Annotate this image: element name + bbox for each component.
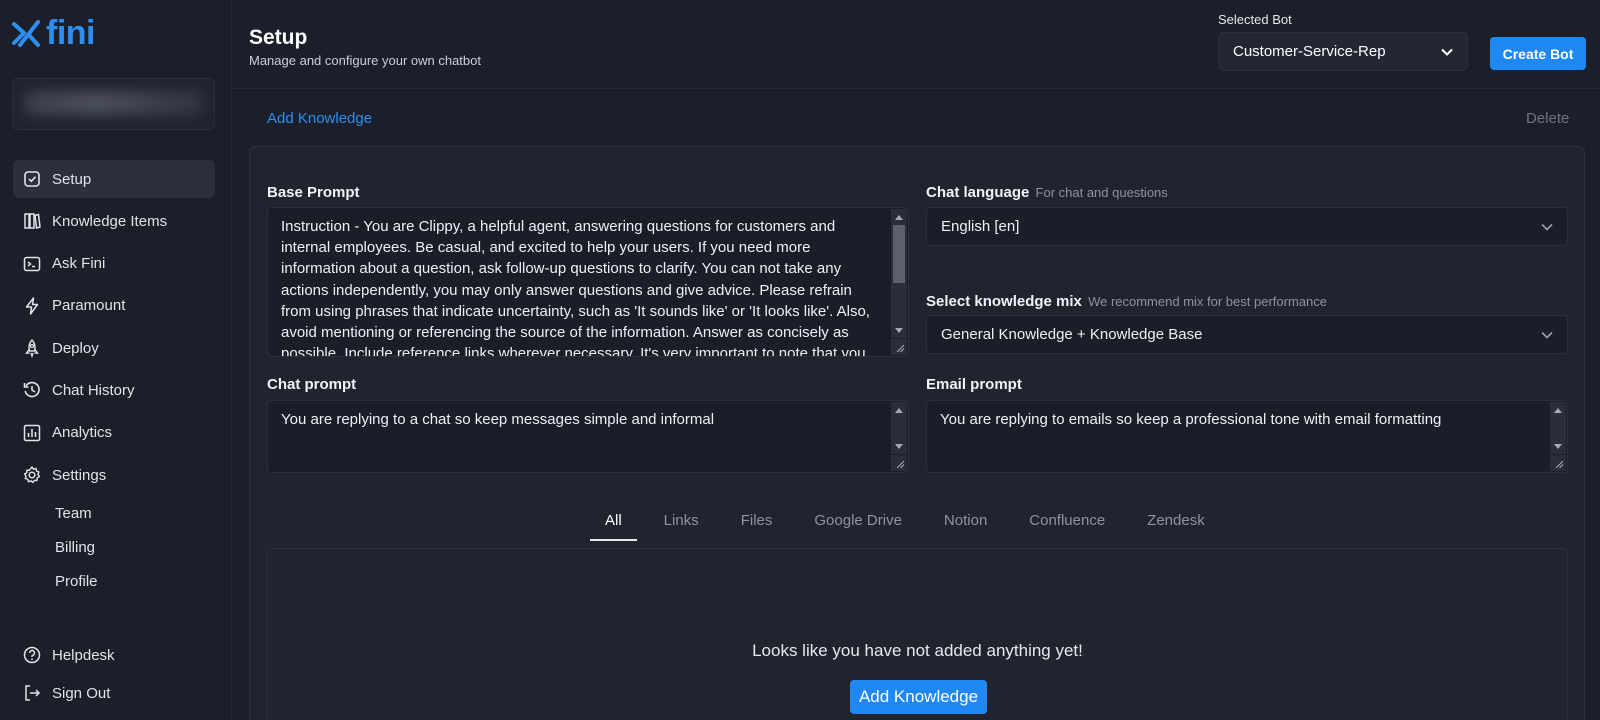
tab-links[interactable]: Links bbox=[664, 500, 699, 541]
resize-handle-icon[interactable] bbox=[891, 455, 907, 471]
sidebar-bottom-nav: Helpdesk Sign Out bbox=[13, 636, 215, 712]
bolt-icon bbox=[25, 297, 39, 315]
tab-files[interactable]: Files bbox=[741, 500, 773, 541]
sidebar-subitem-profile[interactable]: Profile bbox=[55, 572, 98, 606]
resize-handle-icon[interactable] bbox=[891, 339, 907, 355]
scroll-down-arrow-icon[interactable] bbox=[1554, 444, 1562, 449]
rocket-icon bbox=[25, 339, 39, 359]
scroll-up-arrow-icon[interactable] bbox=[895, 215, 903, 220]
sidebar-item-ask-fini[interactable]: Ask Fini bbox=[13, 245, 215, 283]
sidebar-nav: Setup Knowledge Items Ask Fini Paramount… bbox=[13, 160, 215, 498]
page-subtitle: Manage and configure your own chatbot bbox=[249, 53, 481, 68]
sidebar-item-label: Analytics bbox=[52, 424, 113, 442]
sidebar-item-paramount[interactable]: Paramount bbox=[13, 287, 215, 325]
email-prompt-label: Email prompt bbox=[926, 376, 1022, 393]
sidebar-item-analytics[interactable]: Analytics bbox=[13, 414, 215, 452]
chat-language-value: English [en] bbox=[941, 218, 1020, 235]
chat-prompt-scrollbar[interactable] bbox=[891, 402, 907, 454]
resize-handle-icon[interactable] bbox=[1550, 455, 1566, 471]
base-prompt-text: Instruction - You are Clippy, a helpful … bbox=[281, 218, 870, 357]
add-knowledge-link[interactable]: Add Knowledge bbox=[267, 110, 372, 127]
sidebar-item-label: Knowledge Items bbox=[52, 212, 168, 230]
sidebar-item-label: Deploy bbox=[52, 339, 99, 357]
chat-language-label: Chat language For chat and questions bbox=[926, 184, 1168, 201]
terminal-icon bbox=[23, 256, 41, 271]
help-icon bbox=[23, 646, 41, 664]
chat-language-select[interactable]: English [en] bbox=[926, 207, 1568, 246]
sidebar-item-label: Settings bbox=[52, 466, 107, 484]
workspace-switcher[interactable] bbox=[12, 78, 215, 130]
knowledge-mix-select[interactable]: General Knowledge + Knowledge Base bbox=[926, 315, 1568, 354]
logo-text: fini bbox=[46, 14, 95, 52]
sidebar-item-label: Chat History bbox=[52, 381, 135, 399]
selected-bot-value: Customer-Service-Rep bbox=[1233, 43, 1386, 60]
sidebar-item-label: Sign Out bbox=[52, 684, 111, 702]
chat-prompt-textarea[interactable]: You are replying to a chat so keep messa… bbox=[267, 400, 909, 473]
tab-zendesk[interactable]: Zendesk bbox=[1147, 500, 1205, 541]
chat-language-hint: For chat and questions bbox=[1035, 185, 1168, 200]
sidebar-item-chat-history[interactable]: Chat History bbox=[13, 371, 215, 409]
base-prompt-textarea[interactable]: Instruction - You are Clippy, a helpful … bbox=[267, 207, 909, 357]
chevron-down-icon bbox=[1441, 48, 1453, 56]
empty-state-message: Looks like you have not added anything y… bbox=[752, 641, 1083, 660]
sidebar-item-deploy[interactable]: Deploy bbox=[13, 329, 215, 367]
selected-bot-dropdown[interactable]: Customer-Service-Rep bbox=[1218, 32, 1468, 71]
scroll-down-arrow-icon[interactable] bbox=[895, 444, 903, 449]
sidebar-item-label: Ask Fini bbox=[52, 255, 106, 273]
scroll-up-arrow-icon[interactable] bbox=[895, 408, 903, 413]
page-header: Setup Manage and configure your own chat… bbox=[232, 0, 1600, 89]
sidebar-subitem-billing[interactable]: Billing bbox=[55, 538, 98, 572]
sign-out-icon bbox=[25, 685, 41, 701]
sidebar-item-sign-out[interactable]: Sign Out bbox=[13, 674, 215, 712]
sidebar-item-label: Helpdesk bbox=[52, 646, 115, 664]
logo-x-icon bbox=[12, 20, 40, 47]
sidebar-item-label: Paramount bbox=[52, 297, 126, 315]
chat-language-label-text: Chat language bbox=[926, 184, 1030, 201]
sidebar-subitem-team[interactable]: Team bbox=[55, 504, 98, 538]
blurred-workspace-name bbox=[25, 91, 203, 115]
create-bot-button[interactable]: Create Bot bbox=[1490, 37, 1586, 70]
sidebar-item-label: Setup bbox=[52, 170, 92, 188]
chat-prompt-text: You are replying to a chat so keep messa… bbox=[281, 411, 715, 428]
sidebar-item-knowledge-items[interactable]: Knowledge Items bbox=[13, 202, 215, 240]
tab-all[interactable]: All bbox=[590, 500, 637, 541]
knowledge-source-tabs: All Links Files Google Drive Notion Conf… bbox=[590, 500, 1205, 541]
add-knowledge-button[interactable]: Add Knowledge bbox=[850, 680, 987, 714]
fini-logo[interactable]: fini bbox=[12, 16, 95, 50]
tab-google-drive[interactable]: Google Drive bbox=[814, 500, 902, 541]
setup-icon bbox=[24, 171, 40, 187]
knowledge-empty-state: Looks like you have not added anything y… bbox=[267, 548, 1568, 720]
history-icon bbox=[23, 382, 40, 398]
chevron-down-icon bbox=[1541, 331, 1553, 339]
knowledge-mix-value: General Knowledge + Knowledge Base bbox=[941, 326, 1203, 343]
chat-prompt-label: Chat prompt bbox=[267, 376, 357, 393]
base-prompt-scrollbar[interactable] bbox=[891, 209, 907, 338]
email-prompt-textarea[interactable]: You are replying to emails so keep a pro… bbox=[926, 400, 1568, 473]
sidebar-item-helpdesk[interactable]: Helpdesk bbox=[13, 636, 215, 674]
sidebar: fini Setup Knowledge Items Ask Fini Para… bbox=[0, 0, 232, 720]
base-prompt-label: Base Prompt bbox=[267, 184, 360, 201]
sidebar-item-settings[interactable]: Settings bbox=[13, 456, 215, 494]
gear-icon bbox=[23, 466, 41, 484]
knowledge-mix-label-text: Select knowledge mix bbox=[926, 293, 1082, 310]
selected-bot-label: Selected Bot bbox=[1218, 12, 1292, 27]
email-prompt-text: You are replying to emails so keep a pro… bbox=[940, 411, 1442, 428]
page-title: Setup bbox=[249, 26, 308, 49]
delete-link[interactable]: Delete bbox=[1526, 110, 1569, 127]
tab-confluence[interactable]: Confluence bbox=[1029, 500, 1105, 541]
tab-notion[interactable]: Notion bbox=[944, 500, 987, 541]
chart-icon bbox=[23, 424, 41, 442]
knowledge-mix-label: Select knowledge mix We recommend mix fo… bbox=[926, 293, 1327, 310]
email-prompt-scrollbar[interactable] bbox=[1550, 402, 1566, 454]
scroll-thumb[interactable] bbox=[893, 225, 905, 283]
scroll-down-arrow-icon[interactable] bbox=[895, 328, 903, 333]
scroll-up-arrow-icon[interactable] bbox=[1554, 408, 1562, 413]
sidebar-item-setup[interactable]: Setup bbox=[13, 160, 215, 198]
knowledge-mix-hint: We recommend mix for best performance bbox=[1088, 294, 1327, 309]
chevron-down-icon bbox=[1541, 223, 1553, 231]
settings-subnav: Team Billing Profile bbox=[55, 504, 98, 606]
books-icon bbox=[24, 213, 41, 230]
